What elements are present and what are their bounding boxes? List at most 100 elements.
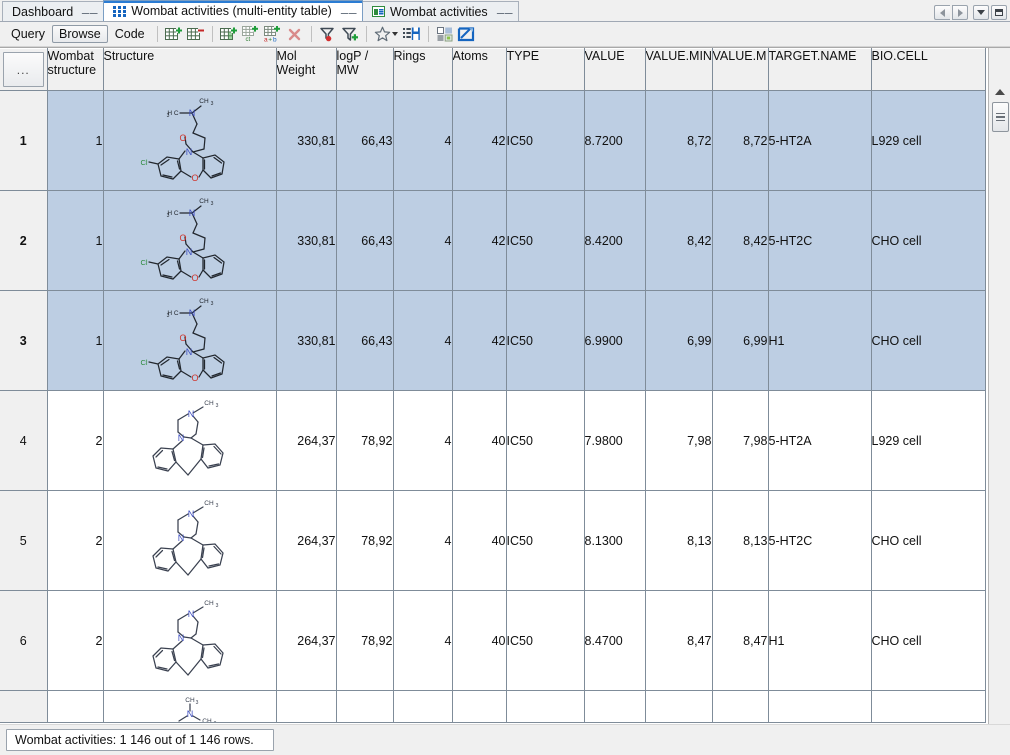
scrollbar-thumb[interactable] [992,102,1009,132]
cell-atoms[interactable] [452,691,506,723]
tab-close-icon[interactable]: ⚊⚊ [496,6,512,17]
table-row[interactable]: 11 [0,91,985,191]
cell-rings[interactable]: 4 [393,91,452,191]
tab-close-icon[interactable]: ⚊⚊ [340,6,356,17]
table-row[interactable]: 42 [0,391,985,491]
cell-logp_mw[interactable] [336,691,393,723]
row-header[interactable]: 1 [0,91,47,191]
cell-wombat_structure[interactable] [47,691,103,723]
cell-value_min[interactable]: 8,13 [645,491,712,591]
cell-value[interactable] [584,691,645,723]
cell-logp_mw[interactable]: 66,43 [336,291,393,391]
cell-value[interactable]: 8.7200 [584,91,645,191]
cell-target_name[interactable] [768,691,871,723]
cell-wombat_structure[interactable]: 2 [47,491,103,591]
cell-mol_weight[interactable]: 264,37 [276,491,336,591]
cell-value_min[interactable]: 8,72 [645,91,712,191]
table-row[interactable]: 21 [0,191,985,291]
tab-close-icon[interactable]: ⚊⚊ [81,6,97,17]
cell-target_name[interactable]: 5-HT2A [768,391,871,491]
tab-dashboard[interactable]: Dashboard ⚊⚊ [2,1,104,21]
cell-bio_cell[interactable]: L929 cell [871,391,985,491]
cell-atoms[interactable]: 40 [452,391,506,491]
cell-mol_weight[interactable]: 330,81 [276,291,336,391]
cell-wombat_structure[interactable]: 2 [47,591,103,691]
cell-type[interactable]: IC50 [506,91,584,191]
cell-mol_weight[interactable]: 264,37 [276,391,336,491]
cell-logp_mw[interactable]: 78,92 [336,591,393,691]
cell-atoms[interactable]: 42 [452,291,506,391]
row-header[interactable]: 4 [0,391,47,491]
cell-value_max[interactable]: 8,13 [712,491,768,591]
mode-browse-button[interactable]: Browse [52,25,108,43]
cell-structure[interactable]: CH 3 N CH 3 [103,691,276,723]
cell-bio_cell[interactable]: L929 cell [871,91,985,191]
cell-value_max[interactable]: 8,42 [712,191,768,291]
cell-value_max[interactable]: 7,98 [712,391,768,491]
tab-list-dropdown-button[interactable] [973,5,989,20]
cell-value_max[interactable]: 8,47 [712,591,768,691]
cell-logp_mw[interactable]: 78,92 [336,491,393,591]
cell-bio_cell[interactable]: CHO cell [871,591,985,691]
cell-value[interactable]: 8.1300 [584,491,645,591]
cell-value_max[interactable]: 6,99 [712,291,768,391]
scrollbar-track[interactable] [989,134,1010,724]
cell-type[interactable]: IC50 [506,391,584,491]
add-text-column-button[interactable]: a + b [262,24,284,44]
cell-wombat_structure[interactable]: 2 [47,391,103,491]
scroll-up-button[interactable] [993,86,1007,98]
delete-row-button[interactable] [185,24,207,44]
row-header[interactable]: 2 [0,191,47,291]
cell-bio_cell[interactable]: CHO cell [871,291,985,391]
cell-atoms[interactable]: 42 [452,91,506,191]
cell-structure[interactable]: N O O N CH 3 H C 3 Cl [103,191,276,291]
cell-wombat_structure[interactable]: 1 [47,91,103,191]
column-header-structure[interactable]: Structure [103,49,276,91]
table-row[interactable]: CH 3 N CH 3 [0,691,985,723]
cell-bio_cell[interactable]: CHO cell [871,491,985,591]
cell-value[interactable]: 6.9900 [584,291,645,391]
save-view-button[interactable] [401,24,423,44]
table-row[interactable]: 52 [0,491,985,591]
restore-window-button[interactable] [991,5,1007,20]
cell-rings[interactable]: 4 [393,491,452,591]
add-column-button[interactable] [218,24,240,44]
cell-type[interactable] [506,691,584,723]
cell-atoms[interactable]: 40 [452,591,506,691]
cell-mol_weight[interactable] [276,691,336,723]
scroll-tabs-right-button[interactable] [952,5,968,20]
mode-query-button[interactable]: Query [4,25,52,43]
cell-structure[interactable]: N O O N CH 3 H C 3 Cl [103,291,276,391]
cell-rings[interactable] [393,691,452,723]
cell-type[interactable]: IC50 [506,191,584,291]
cell-rings[interactable]: 4 [393,191,452,291]
cell-type[interactable]: IC50 [506,591,584,691]
column-header-bio-cell[interactable]: BIO.CELL [871,49,985,91]
cell-structure[interactable]: N N CH 3 [103,491,276,591]
mode-code-button[interactable]: Code [108,25,152,43]
column-header-value[interactable]: VALUE [584,49,645,91]
column-header-value-min[interactable]: VALUE.MIN [645,49,712,91]
cell-value[interactable]: 8.4700 [584,591,645,691]
tab-wombat-activities[interactable]: Wombat activities ⚊⚊ [362,1,519,21]
cell-rings[interactable]: 4 [393,391,452,491]
cell-logp_mw[interactable]: 66,43 [336,191,393,291]
row-header[interactable] [0,691,47,723]
column-header-atoms[interactable]: Atoms [452,49,506,91]
cell-atoms[interactable]: 40 [452,491,506,591]
cell-value_max[interactable] [712,691,768,723]
cell-value_min[interactable] [645,691,712,723]
cell-mol_weight[interactable]: 264,37 [276,591,336,691]
delete-column-button[interactable] [284,24,306,44]
tab-wombat-activities-multi-entity-table[interactable]: Wombat activities (multi-entity table) ⚊… [103,0,363,21]
cell-type[interactable]: IC50 [506,491,584,591]
cell-logp_mw[interactable]: 78,92 [336,391,393,491]
cell-target_name[interactable]: H1 [768,591,871,691]
column-header-rings[interactable]: Rings [393,49,452,91]
row-header[interactable]: 6 [0,591,47,691]
add-calculated-column-button[interactable]: ct [240,24,262,44]
cell-wombat_structure[interactable]: 1 [47,191,103,291]
cell-target_name[interactable]: 5-HT2A [768,91,871,191]
cell-structure[interactable]: N N CH 3 [103,391,276,491]
cell-structure[interactable]: N N CH 3 [103,591,276,691]
